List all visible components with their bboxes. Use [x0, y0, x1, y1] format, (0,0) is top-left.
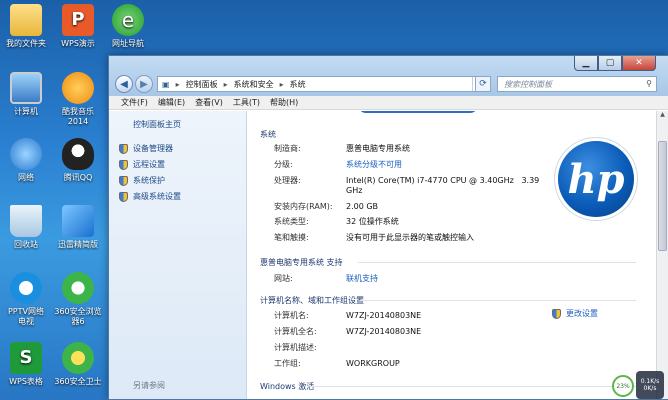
task-advanced-settings[interactable]: 高级系统设置 — [119, 191, 181, 202]
section-title-support: 惠普电脑专用系统 支持 — [260, 258, 343, 267]
desktop-icon-my-folder[interactable]: 我的文件夹 — [0, 4, 52, 49]
section-title-activation: Windows 激活 — [260, 382, 315, 391]
computer-icon — [10, 72, 42, 104]
desktop-icon-kuwo[interactable]: 酷我音乐 2014 — [52, 72, 104, 127]
maximize-icon: ▢ — [605, 58, 615, 68]
menu-bar: 文件(F) 编辑(E) 查看(V) 工具(T) 帮助(H) — [109, 96, 668, 110]
back-button[interactable]: ◀ — [115, 75, 133, 93]
task-device-manager[interactable]: 设备管理器 — [119, 143, 173, 154]
search-icon: ⚲ — [646, 79, 652, 88]
minimize-button[interactable]: ▁ — [574, 56, 598, 71]
ie-browser-icon: e — [112, 4, 144, 36]
pptv-icon — [10, 272, 42, 304]
refresh-icon: ⟳ — [479, 79, 487, 89]
row-description: 计算机描述: — [274, 343, 317, 352]
divider — [310, 386, 636, 387]
wps-spreadsheet-icon: S — [10, 342, 42, 374]
divider — [360, 300, 636, 301]
desktop-icon-computer[interactable]: 计算机 — [0, 72, 52, 117]
shield-icon — [119, 159, 128, 170]
row-computer-name: 计算机名: W7ZJ-20140803NE — [274, 311, 422, 320]
xunlei-icon — [62, 205, 94, 237]
rating-link[interactable]: 系统分级不可用 — [346, 160, 402, 170]
menu-file[interactable]: 文件(F) — [121, 97, 148, 108]
row-full-name: 计算机全名: W7ZJ-20140803NE — [274, 327, 422, 336]
system-details: 系统 制造商: 惠普电脑专用系统 分级: 系统分级不可用 处理器: Intel(… — [248, 111, 656, 399]
shield-icon — [119, 191, 128, 202]
desktop-icon-pptv[interactable]: PPTV网络 电视 — [0, 272, 52, 327]
desktop-icon-xunlei[interactable]: 迅雷精简版 — [52, 205, 104, 250]
forward-button[interactable]: ▶ — [135, 75, 153, 93]
section-title-computer: 计算机名称、域和工作组设置 — [260, 296, 364, 305]
360-browser-icon — [62, 272, 94, 304]
speed-badge[interactable]: 0.1K/s 0K/s — [636, 371, 664, 399]
online-support-link[interactable]: 联机支持 — [346, 274, 378, 284]
scroll-up-icon[interactable]: ▲ — [657, 111, 668, 121]
network-usage-percent[interactable]: 23% — [612, 375, 634, 397]
row-processor: 处理器: Intel(R) Core(TM) i7-4770 CPU @ 3.4… — [274, 176, 540, 195]
row-system-type: 系统类型: 32 位操作系统 — [274, 217, 399, 226]
maximize-button[interactable]: ▢ — [598, 56, 622, 71]
divider — [358, 262, 636, 263]
menu-edit[interactable]: 编辑(E) — [158, 97, 185, 108]
recycle-bin-icon — [10, 205, 42, 237]
desktop-icon-qq[interactable]: 腾讯QQ — [52, 138, 104, 183]
menu-help[interactable]: 帮助(H) — [270, 97, 298, 108]
360-safe-icon — [62, 342, 94, 374]
row-rating: 分级: 系统分级不可用 — [274, 160, 402, 170]
control-panel-home-link[interactable]: 控制面板主页 — [133, 119, 181, 130]
header-graphic — [358, 111, 478, 113]
task-pane: 控制面板主页 设备管理器 远程设置 系统保护 高级系统设置 另请参阅 — [109, 111, 247, 399]
desktop-icon-recycle-bin[interactable]: 回收站 — [0, 205, 52, 250]
desktop-icon-network[interactable]: 网络 — [0, 138, 52, 183]
forward-arrow-icon: ▶ — [140, 78, 148, 90]
window-frame: ▁ ▢ ✕ ◀ ▶ ▣ ▸ 控制面板 ▸ 系统和安全 ▸ 系统 ▼ ⟳ 搜索控制… — [109, 56, 668, 96]
control-panel-icon: ▣ — [162, 79, 170, 89]
close-button[interactable]: ✕ — [622, 56, 656, 71]
row-pen-touch: 笔和触摸: 没有可用于此显示器的笔或触控输入 — [274, 233, 474, 242]
scroll-thumb[interactable] — [658, 141, 667, 251]
wps-presentation-icon: P — [62, 4, 94, 36]
change-settings-link[interactable]: 更改设置 — [552, 308, 598, 319]
window-controls: ▁ ▢ ✕ — [574, 56, 656, 71]
address-bar[interactable]: ▣ ▸ 控制面板 ▸ 系统和安全 ▸ 系统 ▼ — [157, 76, 487, 92]
search-input[interactable]: 搜索控制面板 ⚲ — [497, 76, 657, 92]
row-ram: 安装内存(RAM): 2.00 GB — [274, 202, 379, 211]
menu-tools[interactable]: 工具(T) — [233, 97, 260, 108]
refresh-button[interactable]: ⟳ — [475, 76, 491, 92]
folder-icon — [10, 4, 42, 36]
desktop-icon-wps-spreadsheet[interactable]: S WPS表格 — [0, 342, 52, 387]
back-arrow-icon: ◀ — [120, 78, 128, 90]
kuwo-music-icon — [62, 72, 94, 104]
qq-penguin-icon — [62, 138, 94, 170]
breadcrumb-control-panel[interactable]: 控制面板 — [186, 79, 218, 90]
menu-view[interactable]: 查看(V) — [195, 97, 223, 108]
row-website: 网站: 联机支持 — [274, 274, 378, 284]
task-remote-settings[interactable]: 远程设置 — [119, 159, 165, 170]
close-icon: ✕ — [635, 58, 643, 68]
desktop-icon-360-browser[interactable]: 360安全浏览 器6 — [52, 272, 104, 327]
row-manufacturer: 制造商: 惠普电脑专用系统 — [274, 144, 410, 153]
desktop-icon-wps-presentation[interactable]: P WPS演示 — [52, 4, 104, 49]
desktop-icon-360-safe[interactable]: 360安全卫士 — [52, 342, 104, 387]
section-title-system: 系统 — [260, 130, 276, 139]
desktop-icons: 我的文件夹 P WPS演示 e 网址导航 计算机 酷我音乐 2014 网络 腾讯… — [0, 0, 144, 400]
see-also-heading: 另请参阅 — [133, 381, 165, 390]
system-window: ▁ ▢ ✕ ◀ ▶ ▣ ▸ 控制面板 ▸ 系统和安全 ▸ 系统 ▼ ⟳ 搜索控制… — [108, 55, 668, 400]
hp-logo: hp — [558, 141, 634, 217]
vertical-scrollbar[interactable]: ▲ — [656, 111, 668, 399]
breadcrumb-system[interactable]: 系统 — [290, 79, 306, 90]
network-icon — [10, 138, 42, 170]
desktop-icon-ie-nav[interactable]: e 网址导航 — [102, 4, 154, 49]
shield-icon — [119, 143, 128, 154]
breadcrumb-system-security[interactable]: 系统和安全 — [234, 79, 274, 90]
task-system-protection[interactable]: 系统保护 — [119, 175, 165, 186]
shield-icon — [552, 308, 561, 319]
shield-icon — [119, 175, 128, 186]
row-workgroup: 工作组: WORKGROUP — [274, 359, 400, 368]
minimize-icon: ▁ — [582, 58, 590, 68]
